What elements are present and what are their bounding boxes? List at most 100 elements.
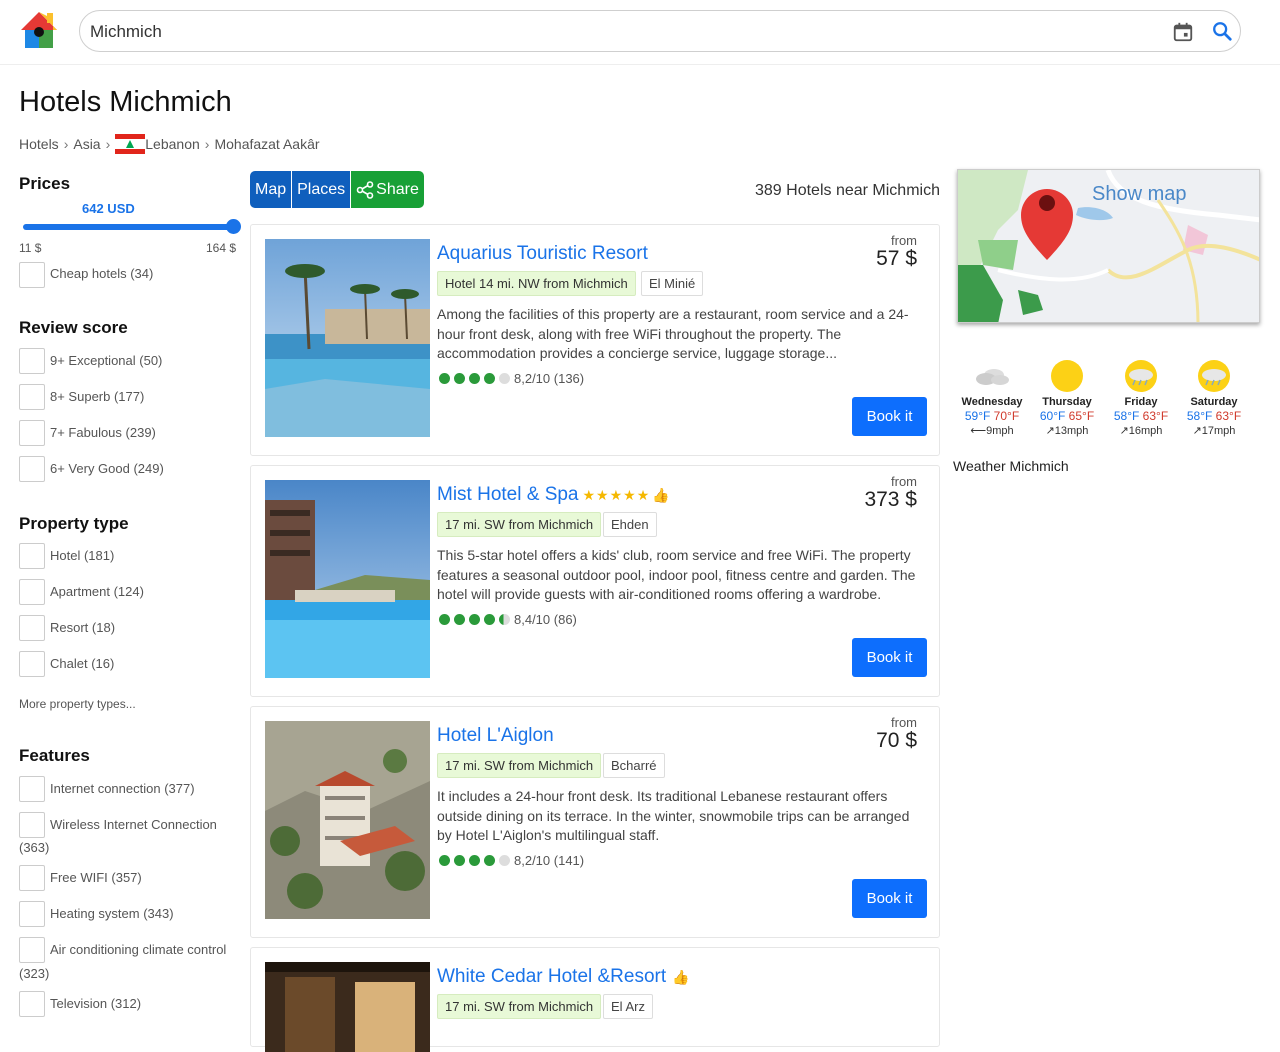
rating-dot xyxy=(454,855,465,866)
rating-dot xyxy=(469,373,480,384)
hotel-price: 70 $ xyxy=(876,729,917,752)
rain-icon xyxy=(1125,360,1157,392)
property-label: Resort (18) xyxy=(50,620,116,635)
feature-checkbox[interactable] xyxy=(19,865,45,891)
hotel-name-link[interactable]: Aquarius Touristic Resort xyxy=(437,243,648,265)
town-badge[interactable]: Bcharré xyxy=(603,753,665,778)
property-label: Hotel (181) xyxy=(50,548,115,563)
star-rating: ★★★★★ xyxy=(582,487,651,503)
rating-dot xyxy=(469,614,480,625)
places-button[interactable]: Places xyxy=(292,171,352,208)
weather-day: Thursday 60°F 65°F ↗13mph xyxy=(1030,356,1104,437)
rating-text: 8,4/10 (86) xyxy=(514,612,577,627)
hotel-card: Mist Hotel & Spa ★★★★★ 👍 17 mi. SW from Mi… xyxy=(250,465,940,697)
breadcrumb-lebanon[interactable]: Lebanon xyxy=(145,136,200,152)
map-preview[interactable]: Show map xyxy=(957,169,1260,323)
breadcrumb-hotels[interactable]: Hotels xyxy=(19,136,59,152)
rating-text: 8,2/10 (141) xyxy=(514,853,585,868)
feature-label: Air conditioning climate control xyxy=(50,942,227,957)
review-label: 6+ Very Good (249) xyxy=(50,461,164,476)
property-type-heading: Property type xyxy=(19,514,129,533)
town-badge[interactable]: El Minié xyxy=(641,271,704,296)
share-label: Share xyxy=(376,180,419,198)
lebanon-flag-icon xyxy=(115,134,146,154)
town-badge[interactable]: El Arz xyxy=(603,994,653,1019)
feature-label: Television (312) xyxy=(50,996,142,1011)
thumbs-up-icon: 👍 xyxy=(652,487,670,503)
feature-label: (323) xyxy=(19,966,50,981)
cloud-icon xyxy=(976,369,1009,385)
show-map-link[interactable]: Show map xyxy=(1092,183,1187,206)
review-checkbox[interactable] xyxy=(19,456,45,482)
town-badge[interactable]: Ehden xyxy=(603,512,657,537)
rating-dot xyxy=(499,855,510,866)
property-checkbox[interactable] xyxy=(19,651,45,677)
property-label: Chalet (16) xyxy=(50,656,115,671)
review-checkbox[interactable] xyxy=(19,348,45,374)
book-button[interactable]: Book it xyxy=(852,638,927,677)
cheap-hotels-checkbox[interactable] xyxy=(19,262,45,288)
hotel-card: Hotel L'Aiglon 17 mi. SW from Michmich B… xyxy=(250,706,940,938)
review-checkbox[interactable] xyxy=(19,384,45,410)
property-checkbox[interactable] xyxy=(19,615,45,641)
property-checkbox[interactable] xyxy=(19,543,45,569)
hotel-name-link[interactable]: Hotel L'Aiglon xyxy=(437,725,554,747)
hotel-name-link[interactable]: White Cedar Hotel &Resort 👍 xyxy=(437,966,690,988)
weather-day: Friday 58°F 63°F ↗16mph xyxy=(1104,356,1178,437)
hotel-photo[interactable] xyxy=(265,480,430,678)
price-max: 164 $ xyxy=(206,241,237,255)
page-title: Hotels Michmich xyxy=(19,86,232,118)
price-slider-handle[interactable] xyxy=(226,219,241,234)
property-checkbox[interactable] xyxy=(19,579,45,605)
header xyxy=(0,0,1280,65)
search-input[interactable] xyxy=(88,19,1148,45)
distance-badge: Hotel 14 mi. NW from Michmich xyxy=(437,271,636,296)
map-button[interactable]: Map xyxy=(250,171,293,208)
hotel-description: Among the facilities of this property ar… xyxy=(437,306,909,361)
hotel-name-link[interactable]: Mist Hotel & Spa ★★★★★ 👍 xyxy=(437,484,670,506)
rating-dot xyxy=(484,373,495,384)
price-from-label: from xyxy=(891,474,917,489)
features-heading: Features xyxy=(19,746,90,765)
price-from-label: from xyxy=(891,715,917,730)
feature-checkbox[interactable] xyxy=(19,901,45,927)
results-count: 389 Hotels near Michmich xyxy=(755,182,940,199)
rain-icon xyxy=(1198,360,1230,392)
hotel-photo[interactable] xyxy=(265,239,430,437)
breadcrumb: Hotels › Asia › Lebanon › Mohafazat Aakâ… xyxy=(19,134,320,154)
feature-checkbox[interactable] xyxy=(19,937,45,963)
rating: 8,4/10 (86) xyxy=(439,612,577,627)
calendar-icon[interactable] xyxy=(1172,21,1194,43)
price-min: 11 $ xyxy=(19,241,42,255)
rating-dot xyxy=(439,373,450,384)
breadcrumb-region[interactable]: Mohafazat Aakâr xyxy=(214,136,319,152)
price-value: 642 USD xyxy=(82,201,135,216)
price-slider-track[interactable] xyxy=(23,224,233,230)
book-button[interactable]: Book it xyxy=(852,879,927,918)
rating-dot xyxy=(499,373,510,384)
more-property-types-link[interactable]: More property types... xyxy=(19,697,136,711)
share-icon xyxy=(356,180,374,199)
feature-label: Heating system (343) xyxy=(50,906,174,921)
weather-day: Saturday 58°F 63°F ↗17mph xyxy=(1177,356,1251,437)
weather-day: Wednesday 59°F 70°F ⟵9mph xyxy=(955,356,1029,437)
feature-label: Wireless Internet Connection xyxy=(50,817,217,832)
cheap-hotels-label: Cheap hotels (34) xyxy=(50,266,154,281)
hotel-photo[interactable] xyxy=(265,962,430,1052)
prices-heading: Prices xyxy=(19,174,71,193)
distance-badge: 17 mi. SW from Michmich xyxy=(437,753,602,778)
review-checkbox[interactable] xyxy=(19,420,45,446)
breadcrumb-asia[interactable]: Asia xyxy=(73,136,100,152)
distance-badge: 17 mi. SW from Michmich xyxy=(437,994,602,1019)
hotel-photo[interactable] xyxy=(265,721,430,919)
share-button[interactable]: Share xyxy=(351,171,424,208)
hotel-card: White Cedar Hotel &Resort 👍 17 mi. SW fro… xyxy=(250,947,940,1052)
feature-checkbox[interactable] xyxy=(19,812,45,838)
logo-icon[interactable] xyxy=(19,10,59,50)
feature-label: Free WIFI (357) xyxy=(50,870,142,885)
feature-checkbox[interactable] xyxy=(19,991,45,1017)
book-button[interactable]: Book it xyxy=(852,397,927,436)
feature-checkbox[interactable] xyxy=(19,776,45,802)
search-icon[interactable] xyxy=(1211,20,1233,42)
rating: 8,2/10 (141) xyxy=(439,853,584,868)
